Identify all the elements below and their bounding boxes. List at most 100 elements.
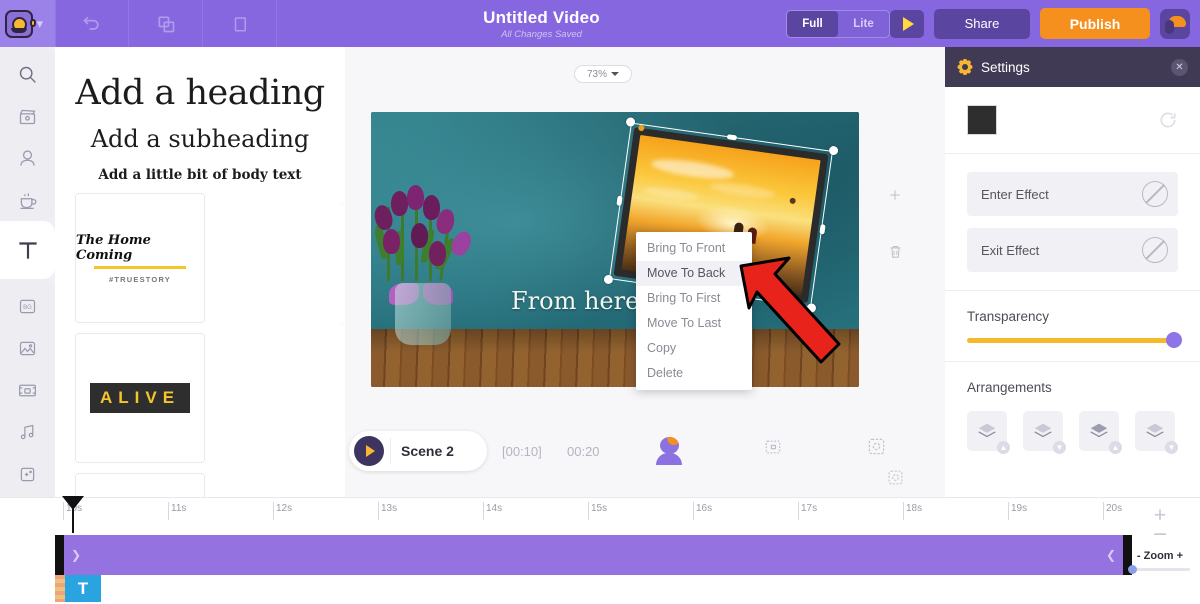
zoom-slider-knob[interactable] [1128,565,1137,574]
scene-start-time: [00:10] [502,444,542,459]
scene-character-button[interactable] [655,437,683,465]
scene-transition-button[interactable] [763,437,783,462]
copy-icon [156,14,176,34]
sidebar-item-text[interactable] [0,221,55,279]
enter-effect-row[interactable]: Enter Effect [967,172,1178,216]
delete-element-button[interactable] [875,243,915,299]
tab-full[interactable]: Full [787,11,838,37]
arrange-bring-forward-button[interactable]: ▲ [967,411,1007,451]
tick-label: 13s [381,503,397,514]
page-title[interactable]: Untitled Video [297,8,786,28]
tick-label: 15s [591,503,607,514]
scene-chip[interactable]: Scene 2 [349,431,487,471]
arrange-bring-to-front-button[interactable]: ▲ [1079,411,1119,451]
tick-label: 17s [801,503,817,514]
chevron-left-icon[interactable]: ❮ [1106,548,1116,562]
zoom-text: Zoom [1144,550,1174,562]
tick-label: 18s [906,503,922,514]
video-icon [17,380,38,401]
text-preset-card[interactable]: The Home Coming #TRUESTORY [75,193,205,323]
arrow-up-badge-icon: ▲ [1109,441,1122,454]
transition-icon [763,437,783,457]
canvas-text-element[interactable]: From here [511,287,639,315]
trash-icon [887,243,904,260]
gear-icon [957,59,973,75]
zoom-label: - Zoom + [1130,550,1190,562]
mascot-avatar-icon[interactable] [1160,9,1190,39]
sidebar-item-search[interactable] [0,53,55,95]
tab-lite[interactable]: Lite [838,11,889,37]
sidebar-item-prop[interactable] [0,179,55,221]
preset-title: ALIVE [100,388,180,408]
slider-knob[interactable] [1166,332,1182,348]
preset-add-body[interactable]: Add a little bit of body text [75,167,325,183]
transparency-slider[interactable] [967,338,1178,343]
zoom-out-button[interactable]: − [1147,528,1173,550]
undo-button[interactable] [55,0,129,47]
sidebar-item-music[interactable] [0,411,55,453]
playhead-icon[interactable] [62,496,84,510]
arrow-up-badge-icon: ▲ [997,441,1010,454]
preview-button[interactable] [890,10,924,38]
settings-title: Settings [981,60,1030,75]
scene-play-button[interactable] [354,436,384,466]
rail-group-top [0,47,55,221]
color-section [945,87,1200,154]
glass-vase [395,283,451,345]
close-icon[interactable]: ✕ [1171,59,1188,76]
undo-icon [82,14,102,34]
copy-button[interactable] [129,0,203,47]
tulips-bouquet [371,185,485,295]
zoom-minus: - [1137,550,1141,562]
arrange-send-to-back-button[interactable]: ▼ [1135,411,1175,451]
tick-label: 16s [696,503,712,514]
annotation-arrow-icon [735,252,845,367]
chevron-right-icon[interactable]: ❯ [71,548,81,562]
sidebar-item-effects[interactable] [0,453,55,495]
save-status: All Changes Saved [297,29,786,40]
sidebar-item-video[interactable] [0,95,55,137]
text-clip[interactable]: T [65,575,101,602]
exit-effect-row[interactable]: Exit Effect [967,228,1178,272]
sidebar-item-character[interactable] [0,137,55,179]
sidebar-item-image[interactable] [0,327,55,369]
app-header: ▾ Untitled Video All Changes Saved Full … [0,0,1200,47]
add-element-button[interactable] [875,187,915,243]
sidebar-item-bg[interactable]: BG [0,285,55,327]
scene-clip-bar[interactable]: ❯ ❮ [62,535,1125,575]
image-icon [17,338,38,359]
character-icon [655,437,683,465]
color-swatch[interactable] [967,105,997,135]
layers-back-icon [1144,420,1166,442]
camera-focus-icon [867,437,886,456]
preset-rule [94,266,186,269]
paste-button[interactable] [203,0,277,47]
logo-button[interactable]: ▾ [0,0,55,47]
clip-handle-left[interactable] [55,535,64,575]
preset-add-subheading[interactable]: Add a subheading [75,125,325,153]
sidebar-item-videoclip[interactable] [0,369,55,411]
tick-label: 19s [1011,503,1027,514]
audio-clip[interactable] [55,575,65,602]
timeline-ruler[interactable]: 10s 11s 12s 13s 14s 15s 16s 17s 18s 19s … [55,498,1145,522]
prop-coffee-icon [17,190,38,211]
caret-down-icon [611,72,619,76]
arrangements-section: Arrangements ▲ ▼ ▲ ▼ [945,362,1200,469]
share-button[interactable]: Share [934,9,1030,39]
text-preset-card[interactable]: THINK/DIFFERENT [75,473,205,497]
chevron-down-icon[interactable]: ▾ [37,16,51,32]
text-preset-card[interactable]: ALIVE [75,333,205,463]
scene-camera-button[interactable] [867,437,886,461]
preset-add-heading[interactable]: Add a heading [75,73,325,113]
tick-label: 20s [1106,503,1122,514]
arrange-send-backward-button[interactable]: ▼ [1023,411,1063,451]
arrangements-label: Arrangements [967,380,1178,395]
zoom-slider[interactable] [1130,568,1190,571]
reset-icon[interactable] [1158,110,1178,130]
project-title-block: Untitled Video All Changes Saved [277,8,786,40]
mode-switch[interactable]: Full Lite [786,10,890,38]
canvas-zoom-control[interactable]: 73% [574,65,632,83]
arrow-down-badge-icon: ▼ [1053,441,1066,454]
paste-icon [231,15,249,33]
publish-button[interactable]: Publish [1040,8,1150,39]
